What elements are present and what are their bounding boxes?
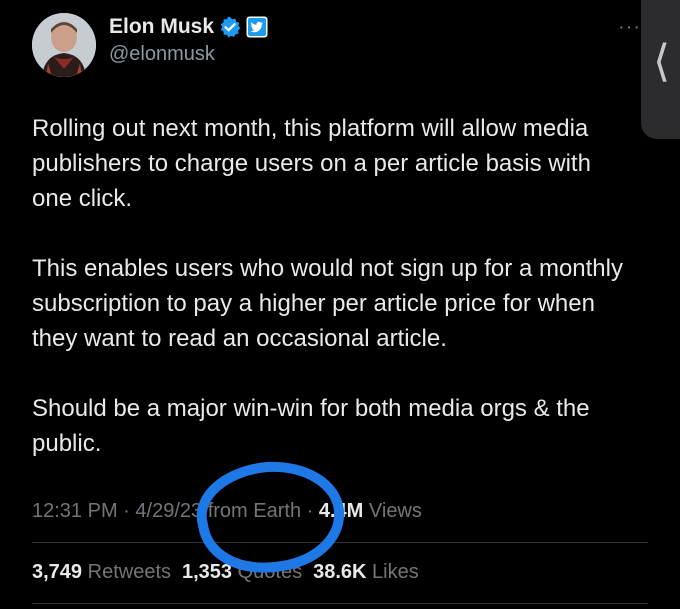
avatar-image xyxy=(32,13,96,77)
verified-check-icon xyxy=(219,16,241,38)
meta-separator: · xyxy=(306,500,314,522)
views-label: Views xyxy=(368,500,422,522)
retweets-stat[interactable]: 3,749 Retweets xyxy=(32,561,171,583)
tweet-paragraph: Should be a major win-win for both media… xyxy=(32,395,590,457)
views-count: 4.4M xyxy=(318,500,364,522)
side-panel-tab[interactable]: ⟨ xyxy=(641,0,680,139)
tweet-meta: 12:31 PM · 4/29/23 from Earth · 4.4M Vie… xyxy=(32,498,422,524)
twitter-bird-icon xyxy=(246,16,268,38)
avatar[interactable] xyxy=(32,13,96,77)
likes-label: Likes xyxy=(372,561,419,583)
likes-stat[interactable]: 38.6K Likes xyxy=(313,561,419,583)
tweet-paragraph: Rolling out next month, this platform wi… xyxy=(32,115,591,212)
likes-count: 38.6K xyxy=(313,561,367,583)
tweet-card: Elon Musk @elonmusk ··· ⟨ Rolling out ne… xyxy=(0,0,680,609)
author-name-row: Elon Musk xyxy=(109,14,268,40)
chevron-left-icon: ⟨ xyxy=(653,37,671,86)
meta-separator: · xyxy=(123,500,130,522)
tweet-date[interactable]: 4/29/23 xyxy=(135,500,202,522)
retweets-label: Retweets xyxy=(87,561,171,583)
divider xyxy=(32,603,648,604)
tweet-stats: 3,749 Retweets 1,353 Quotes 38.6K Likes xyxy=(32,559,430,585)
quotes-stat[interactable]: 1,353 Quotes xyxy=(182,561,302,583)
author-handle[interactable]: @elonmusk xyxy=(109,42,215,66)
tweet-time[interactable]: 12:31 PM xyxy=(32,500,118,522)
more-dots-icon[interactable]: ··· xyxy=(618,17,641,37)
tweet-source: from Earth xyxy=(207,500,302,522)
author-display-name[interactable]: Elon Musk xyxy=(109,14,214,40)
divider xyxy=(32,542,648,543)
tweet-paragraph: This enables users who would not sign up… xyxy=(32,255,623,352)
quotes-count: 1,353 xyxy=(182,561,233,583)
tweet-text: Rolling out next month, this platform wi… xyxy=(32,111,637,496)
quotes-label: Quotes xyxy=(237,561,303,583)
retweets-count: 3,749 xyxy=(32,561,83,583)
